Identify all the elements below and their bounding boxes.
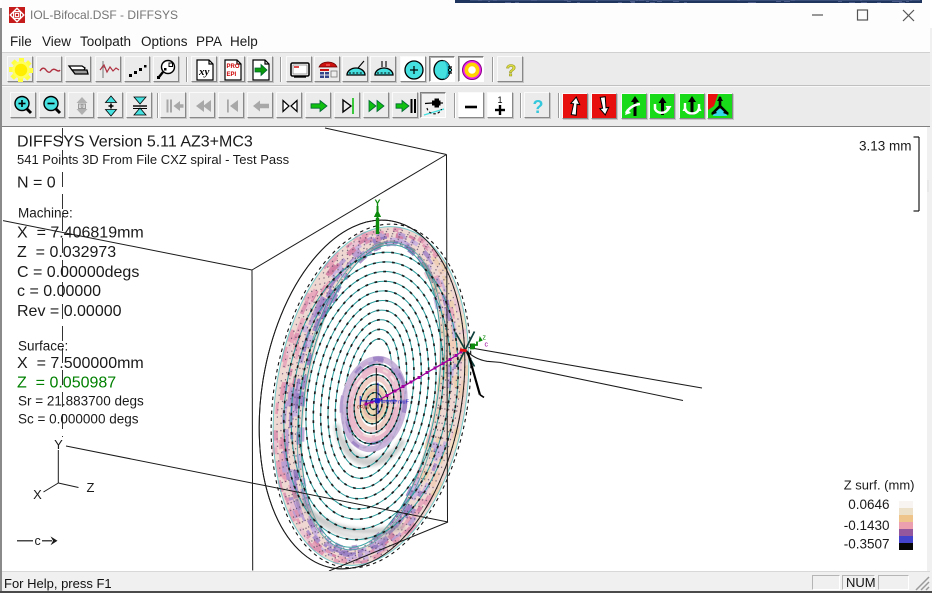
svg-text:Sc = 0.000000 degs: Sc = 0.000000 degs <box>18 412 139 427</box>
svg-text:541 Points 3D From File CXZ sp: 541 Points 3D From File CXZ spiral - Tes… <box>17 152 290 167</box>
svg-text:Z surf. (mm): Z surf. (mm) <box>844 478 915 493</box>
svg-text:Surface:: Surface: <box>18 339 68 354</box>
svg-text:X = 7.500000mm: X = 7.500000mm <box>17 355 144 372</box>
svg-text:-0.1430: -0.1430 <box>844 518 890 533</box>
svg-text:Z: Z <box>87 480 95 495</box>
svg-text:Y: Y <box>374 198 380 208</box>
svg-text:N = 0: N = 0 <box>17 175 56 192</box>
svg-text:c = 0.00000: c = 0.00000 <box>17 283 101 300</box>
svg-text:Z = 0.050987: Z = 0.050987 <box>17 375 116 392</box>
svg-text:?: ? <box>506 61 516 80</box>
svg-text:xy: xy <box>198 66 210 78</box>
svg-text:c: c <box>35 534 41 548</box>
svg-text:0.0646: 0.0646 <box>848 497 889 512</box>
svg-text:Rev = 0.00000: Rev = 0.00000 <box>17 303 122 320</box>
svg-text:X: X <box>33 487 42 502</box>
svg-text:-0.3507: -0.3507 <box>844 537 890 552</box>
svg-text:PRO: PRO <box>227 64 240 70</box>
svg-text:3.13 mm: 3.13 mm <box>859 139 912 154</box>
svg-text:Sr = 21.883700 degs: Sr = 21.883700 degs <box>18 394 144 409</box>
svg-text:C = 0.00000degs: C = 0.00000degs <box>17 264 139 281</box>
svg-text:DIFFSYS Version 5.11 AZ3+MC3: DIFFSYS Version 5.11 AZ3+MC3 <box>17 134 253 151</box>
svg-text:c: c <box>485 342 489 349</box>
svg-text:?: ? <box>533 97 544 117</box>
svg-text:c=0.0: c=0.0 <box>357 405 370 411</box>
svg-text:1: 1 <box>497 95 502 105</box>
svg-text:X = 7.406819mm: X = 7.406819mm <box>17 225 144 242</box>
svg-text:0: 0 <box>80 104 83 110</box>
svg-text:Machine:: Machine: <box>18 206 73 221</box>
svg-text:z: z <box>483 335 487 342</box>
svg-text:EPI: EPI <box>227 72 237 78</box>
svg-text:Y: Y <box>54 437 63 452</box>
svg-text:Z = 0.032973: Z = 0.032973 <box>17 244 116 261</box>
svg-text:t=0.00 muF: t=0.00 muF <box>381 400 410 406</box>
